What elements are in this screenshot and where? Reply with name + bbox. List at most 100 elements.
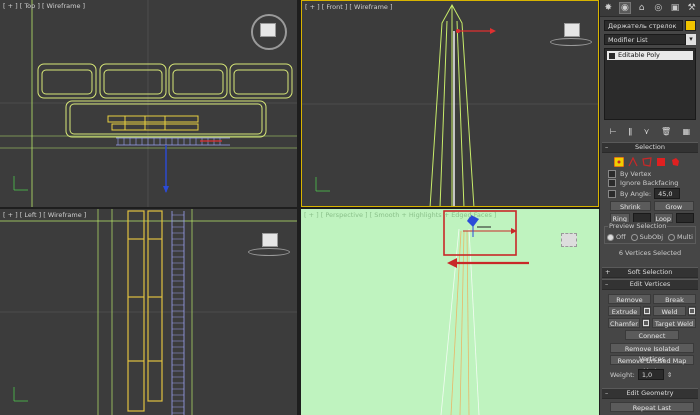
checkbox-icon[interactable]: [608, 179, 616, 187]
motion-tab-icon[interactable]: ◎: [652, 2, 664, 14]
preview-multi-radio[interactable]: Multi: [668, 233, 693, 241]
by-angle-checkbox[interactable]: By Angle: 45,0: [600, 187, 700, 199]
modifier-stack[interactable]: Editable Poly: [604, 48, 696, 120]
expand-icon: +: [605, 268, 611, 276]
shrink-button[interactable]: Shrink: [610, 201, 651, 211]
viewcube-front[interactable]: [564, 23, 580, 37]
subobject-icons: [600, 153, 700, 169]
modifier-list-dropdown[interactable]: Modifier List ▾: [604, 34, 696, 45]
target-weld-button[interactable]: Target Weld: [652, 318, 696, 328]
rollout-selection-title: Selection: [635, 143, 665, 151]
stack-item-editable-poly[interactable]: Editable Poly: [607, 51, 693, 60]
ignore-backfacing-label: Ignore Backfacing: [620, 179, 679, 187]
break-button[interactable]: Break: [653, 294, 696, 304]
show-end-result-icon[interactable]: ǁ: [628, 127, 632, 136]
pin-stack-icon[interactable]: ⊢: [610, 127, 617, 136]
checkbox-icon[interactable]: [608, 189, 616, 198]
expand-icon[interactable]: [609, 52, 615, 59]
weight-label: Weight:: [610, 370, 635, 379]
collapse-icon: –: [605, 280, 609, 288]
configure-modifier-sets-icon[interactable]: ▦: [683, 127, 691, 136]
by-vertex-label: By Vertex: [620, 170, 652, 178]
viewport-perspective[interactable]: [ + ] [ Perspective ] [ Smooth + Highlig…: [301, 209, 599, 415]
remove-isolated-vertices-button[interactable]: Remove Isolated Vertices: [610, 343, 694, 363]
vertex-mode-icon[interactable]: [614, 157, 624, 167]
left-wireframe: [0, 209, 297, 415]
connect-spacer-left: [608, 330, 623, 340]
remove-button[interactable]: Remove: [608, 294, 651, 304]
grow-button[interactable]: Grow: [653, 201, 694, 211]
rollout-edit-vertices-title: Edit Vertices: [629, 280, 671, 288]
viewcube-top[interactable]: [260, 23, 276, 37]
viewport-perspective-label[interactable]: [ + ] [ Perspective ] [ Smooth + Highlig…: [304, 211, 496, 219]
preview-multi-label: Multi: [677, 233, 693, 241]
preview-subobj-radio[interactable]: SubObj: [630, 233, 663, 241]
remove-break-row: Remove Break: [600, 290, 700, 304]
viewcube-ring-left[interactable]: [248, 248, 290, 256]
object-color-swatch[interactable]: [685, 20, 696, 31]
extrude-settings-icon[interactable]: [643, 306, 651, 316]
chamfer-button[interactable]: Chamfer: [608, 318, 640, 328]
element-mode-icon[interactable]: [670, 157, 680, 167]
create-tab-icon[interactable]: ✸: [602, 2, 614, 14]
object-name-field[interactable]: Держатель стрелок: [604, 20, 683, 31]
spinner-icon[interactable]: ⇕: [667, 371, 672, 379]
viewport-left[interactable]: [ + ] [ Left ] [ Wireframe ]: [0, 209, 297, 415]
rollout-selection-header[interactable]: – Selection: [602, 142, 698, 153]
border-mode-icon[interactable]: [642, 157, 652, 167]
viewport-top-label[interactable]: [ + ] [ Top ] [ Wireframe ]: [3, 2, 85, 10]
rollout-edit-geometry-header[interactable]: – Edit Geometry: [602, 388, 698, 399]
edge-mode-icon[interactable]: [628, 157, 638, 167]
preview-selection-group: Preview Selection Off SubObj Multi: [604, 222, 696, 244]
weight-input[interactable]: 1,0: [637, 369, 664, 380]
display-tab-icon[interactable]: ▣: [669, 2, 681, 14]
preview-off-label: Off: [616, 233, 626, 241]
viewport-left-label[interactable]: [ + ] [ Left ] [ Wireframe ]: [3, 211, 86, 219]
connect-spacer-right: [681, 330, 696, 340]
remove-unused-map-verts-button[interactable]: Remove Unused Map Verts: [610, 355, 694, 375]
perspective-scene: [440, 210, 529, 415]
polygon-mode-icon[interactable]: [656, 157, 666, 167]
rollout-soft-selection-header[interactable]: + Soft Selection: [602, 267, 698, 278]
viewcube-ring-front[interactable]: [550, 38, 592, 46]
weld-button[interactable]: Weld: [653, 306, 686, 316]
panel-tabs: ✸ ◉ ⌂ ◎ ▣ ⚒: [600, 0, 700, 17]
viewcube-left[interactable]: [262, 233, 278, 247]
connect-row: Connect: [600, 328, 700, 340]
connect-button[interactable]: Connect: [625, 330, 679, 340]
shrink-grow-row: Shrink Grow: [600, 199, 700, 211]
preview-selection-title: Preview Selection: [608, 222, 668, 230]
ignore-backfacing-checkbox[interactable]: Ignore Backfacing: [600, 178, 700, 187]
viewport-front[interactable]: [ + ] [ Front ] [ Wireframe ]: [301, 0, 599, 207]
chevron-down-icon[interactable]: ▾: [686, 34, 696, 45]
modify-tab-icon[interactable]: ◉: [618, 2, 631, 14]
viewport-front-label[interactable]: [ + ] [ Front ] [ Wireframe ]: [305, 3, 393, 11]
by-angle-label: By Angle:: [620, 189, 652, 198]
make-unique-icon[interactable]: ⋎: [644, 127, 650, 136]
front-wireframe: [302, 3, 598, 206]
by-angle-input[interactable]: 45,0: [654, 188, 681, 199]
loop-spinner[interactable]: [676, 213, 694, 223]
rollout-edit-vertices-header[interactable]: – Edit Vertices: [602, 279, 698, 290]
rollout-edit-geometry-title: Edit Geometry: [626, 389, 674, 397]
chamfer-settings-icon[interactable]: [642, 318, 650, 328]
extrude-weld-row: Extrude Weld: [600, 304, 700, 316]
viewport-top[interactable]: [ + ] [ Top ] [ Wireframe ]: [0, 0, 297, 207]
checkbox-icon[interactable]: [608, 170, 616, 178]
by-vertex-checkbox[interactable]: By Vertex: [600, 169, 700, 178]
stack-item-label: Editable Poly: [618, 51, 660, 59]
command-panel: ✸ ◉ ⌂ ◎ ▣ ⚒ Держатель стрелок Modifier L…: [600, 0, 700, 415]
stack-toolbar: ⊢ ǁ ⋎ 🗑 ▦: [604, 124, 696, 138]
viewcube-perspective[interactable]: [561, 233, 577, 247]
utilities-tab-icon[interactable]: ⚒: [686, 2, 698, 14]
extrude-button[interactable]: Extrude: [608, 306, 641, 316]
repeat-last-button[interactable]: Repeat Last: [610, 402, 694, 412]
preview-off-radio[interactable]: Off: [607, 233, 626, 241]
collapse-icon: –: [605, 389, 609, 397]
weld-settings-icon[interactable]: [688, 306, 696, 316]
chamfer-target-weld-row: Chamfer Target Weld: [600, 316, 700, 328]
modifier-list-label: Modifier List: [604, 34, 686, 45]
hierarchy-tab-icon[interactable]: ⌂: [636, 2, 648, 14]
remove-modifier-icon[interactable]: 🗑: [661, 127, 671, 136]
selection-status: 6 Vertices Selected: [618, 249, 682, 257]
